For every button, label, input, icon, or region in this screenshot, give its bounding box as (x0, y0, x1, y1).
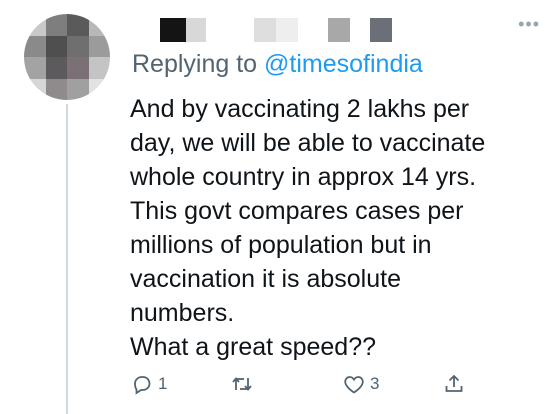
tweet-text-line: What a great speed?? (130, 333, 376, 361)
tweet-text-line: And by vaccinating 2 lakhs per (130, 95, 470, 123)
reply-count: 1 (158, 374, 168, 393)
tweet-text-line: day, we will be able to vaccinate (130, 129, 486, 157)
replying-to: Replying to @timesofindia (132, 50, 423, 79)
display-name-obscured[interactable] (160, 18, 392, 42)
replying-handle-link[interactable]: @timesofindia (264, 50, 423, 78)
retweet-button[interactable] (230, 372, 258, 396)
tweet-actions: 1 3 (130, 372, 480, 404)
tweet: ••• Replying to @timesofindia And by vac… (0, 0, 558, 414)
retweet-icon (232, 377, 252, 391)
tweet-text-line: numbers. (130, 299, 235, 327)
reply-button[interactable]: 1 (130, 372, 167, 396)
avatar[interactable] (24, 14, 110, 100)
thread-line (66, 104, 68, 414)
tweet-text: And by vaccinating 2 lakhs per day, we w… (130, 92, 550, 364)
reply-icon (134, 376, 151, 395)
replying-prefix: Replying to (132, 50, 265, 78)
tweet-text-line: This govt compares cases per (130, 197, 464, 225)
heart-icon (344, 376, 364, 394)
tweet-text-line: millions of population but in (130, 231, 432, 259)
tweet-text-line: vaccination it is absolute (130, 265, 401, 293)
like-count: 3 (370, 374, 380, 393)
more-icon[interactable]: ••• (518, 14, 540, 35)
share-button[interactable] (442, 372, 466, 396)
like-button[interactable]: 3 (342, 372, 379, 396)
tweet-text-line: whole country in approx 14 yrs. (130, 163, 477, 191)
share-icon (445, 374, 463, 392)
